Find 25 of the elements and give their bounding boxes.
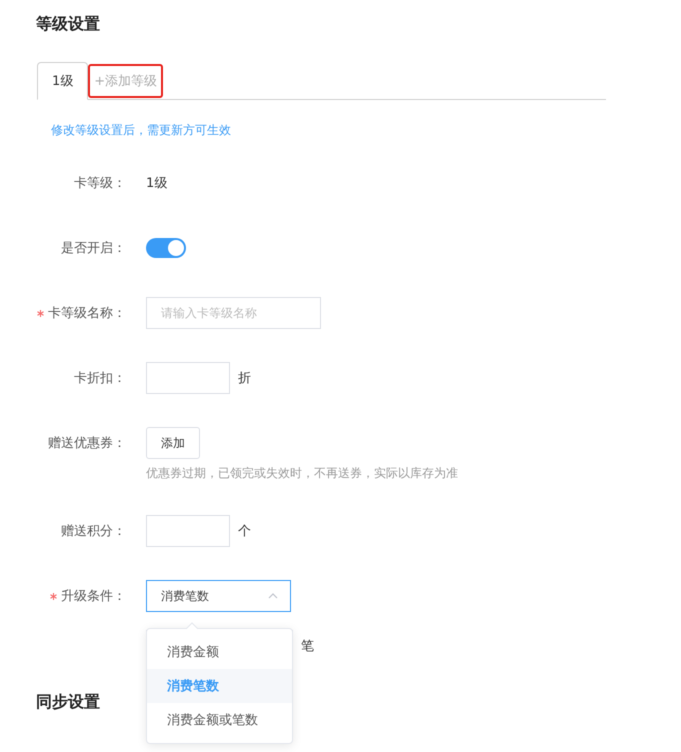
field-label: 升级条件： — [61, 588, 126, 605]
notice-text: 修改等级设置后，需更新方可生效 — [51, 122, 232, 139]
input-field[interactable] — [146, 362, 230, 394]
field-label: 卡等级： — [74, 175, 126, 192]
dropdown-option[interactable]: 消费金额或笔数 — [147, 703, 292, 737]
section-title: 等级设置 — [36, 14, 101, 34]
field-label: 是否开启： — [61, 240, 126, 257]
add-button[interactable]: 添加 — [146, 427, 200, 459]
dropdown-option[interactable]: 消费金额 — [147, 635, 292, 669]
toggle-switch[interactable] — [146, 238, 186, 258]
field-label: 卡折扣： — [74, 370, 126, 387]
hint-text: 优惠券过期，已领完或失效时，不再送券，实际以库存为准 — [146, 465, 458, 482]
input-field[interactable]: 请输入卡等级名称 — [146, 297, 321, 329]
select-field[interactable]: 消费笔数 — [146, 580, 291, 612]
field-label: 赠送优惠券： — [48, 435, 126, 452]
section-title: 同步设置 — [36, 692, 101, 712]
tab[interactable]: 1级 — [37, 62, 88, 100]
field-label: 赠送积分： — [61, 523, 126, 540]
unit-label: 个 — [238, 523, 251, 540]
level-value: 1级 — [146, 175, 168, 192]
unit-label: 折 — [238, 370, 251, 387]
chevron-icon — [268, 593, 278, 599]
unit-label: 笔 — [301, 638, 314, 655]
input-field[interactable] — [146, 515, 230, 547]
field-label: 卡等级名称： — [48, 305, 126, 322]
